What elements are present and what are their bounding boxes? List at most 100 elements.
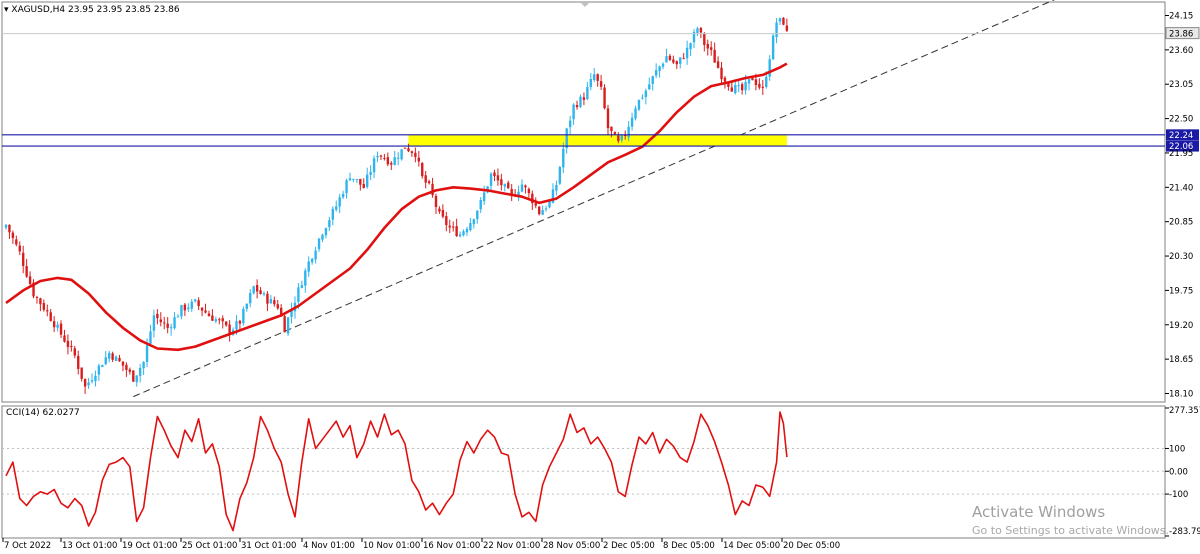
candle-body [56,324,59,328]
candle-body [331,208,334,220]
candle-body [372,158,376,173]
candle-body [276,304,279,309]
candle-body [135,375,138,383]
candle-body [434,195,438,208]
time-tick-label: 19 Oct 01:00 [122,541,177,551]
candle-body [42,303,46,310]
candle-body [417,157,420,162]
candle-body [94,375,97,382]
candle-body [421,163,424,177]
price-tick-label: 18.10 [1169,390,1193,400]
candle-body [472,219,476,225]
candle-body [156,313,159,319]
trendline [133,0,1056,398]
candle-body [180,305,183,317]
candle-body [269,299,273,304]
price-tick-label: 21.40 [1169,183,1193,193]
candle-body [266,293,269,304]
candle-body [527,188,531,194]
candle-body [11,232,15,239]
candle-body [610,126,613,132]
candle-body [204,310,207,313]
price-tick-label: 18.65 [1169,355,1193,365]
time-tick-label: 22 Nov 01:00 [483,541,540,551]
candle-body [224,321,228,326]
candle-body [740,84,744,91]
time-tick-label: 31 Oct 01:00 [241,541,296,551]
candle-body [720,67,723,80]
time-tick-label: 13 Oct 01:00 [62,541,117,551]
candle-body [197,300,200,307]
candle-body [245,303,248,309]
candle-body [582,97,586,100]
candle-body [534,203,537,206]
candle-body [414,152,417,158]
candle-body [194,299,197,302]
candle-body [393,157,396,165]
candle-body [565,128,568,149]
chart-menu-icon[interactable]: ▾ [4,5,9,15]
candle-body [286,317,290,334]
price-tick-label: 21.95 [1169,149,1193,159]
candle-body [469,223,472,231]
candle-body [345,180,348,194]
candle-body [524,185,527,188]
candle-body [648,84,651,90]
scroll-marker-icon [581,3,589,7]
price-chart[interactable]: 22.2422.06 24.1523.6023.0522.5021.9521.4… [0,0,1200,554]
candle-body [771,35,775,60]
candle-body [438,208,441,212]
candle-body [476,210,479,220]
time-tick-label: 16 Nov 01:00 [423,541,480,551]
cci-tick-label: -283.796 [1169,527,1200,537]
candle-body [462,231,465,236]
candle-body [596,74,599,81]
candle-body [455,226,458,237]
candle-body [169,327,173,329]
candle-body [603,87,606,109]
candle-body [479,199,482,210]
candle-body [544,208,548,210]
candle-body [665,55,668,63]
candle-body [25,266,28,277]
candle-body [424,175,427,183]
candle-body [703,33,706,45]
candle-body [696,28,699,33]
candle-body [300,285,304,288]
candle-body [310,258,314,263]
candle-body [383,157,386,159]
moving-average-line [5,62,788,352]
candle-body [335,206,338,210]
candle-body [458,234,462,237]
candle-body [328,220,331,228]
candle-body [108,352,111,359]
candle-body [716,61,720,68]
candle-body [221,318,224,322]
candle-body [87,382,90,386]
candle-body [734,85,737,94]
candle-body [83,379,87,387]
candle-body [176,316,180,318]
price-tick-label: 23.60 [1169,46,1193,56]
candle-body [407,148,410,152]
candle-body [73,348,76,356]
candle-body [28,276,32,285]
candle-body [768,59,771,77]
candle-body [128,369,132,372]
price-tick-label: 20.30 [1169,252,1193,262]
candle-body [362,184,365,188]
candle-body [118,357,121,362]
current-price-label: 23.86 [1169,30,1193,40]
candle-body [242,309,245,324]
candle-body [46,310,49,312]
candle-body [379,155,383,157]
candle-body [541,210,544,215]
candle-body [304,270,307,286]
candle-body [173,317,176,329]
candle-body [348,178,352,181]
candle-body [747,79,751,84]
candle-body [400,149,403,160]
candle-body [630,117,634,127]
candle-body [252,286,255,294]
candle-body [321,234,324,240]
